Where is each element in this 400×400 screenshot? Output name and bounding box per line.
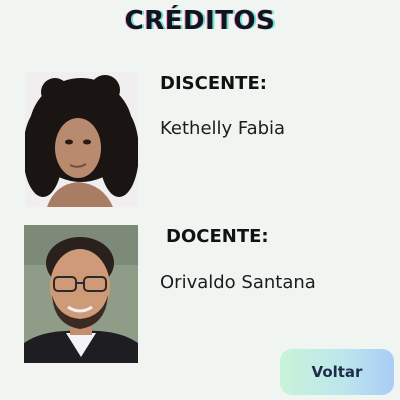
back-button[interactable]: Voltar bbox=[280, 349, 394, 395]
student-photo bbox=[25, 72, 138, 207]
student-role-label: DISCENTE: bbox=[160, 73, 267, 94]
teacher-role-label: DOCENTE: bbox=[166, 226, 269, 247]
teacher-name: Orivaldo Santana bbox=[160, 272, 316, 293]
page-title: CRÉDITOS bbox=[124, 6, 276, 36]
teacher-photo bbox=[24, 225, 138, 363]
student-name: Kethelly Fabia bbox=[160, 118, 286, 139]
credits-screen: CRÉDITOS DISCENTE: Kethelly Fabia DOCENT… bbox=[0, 0, 400, 400]
